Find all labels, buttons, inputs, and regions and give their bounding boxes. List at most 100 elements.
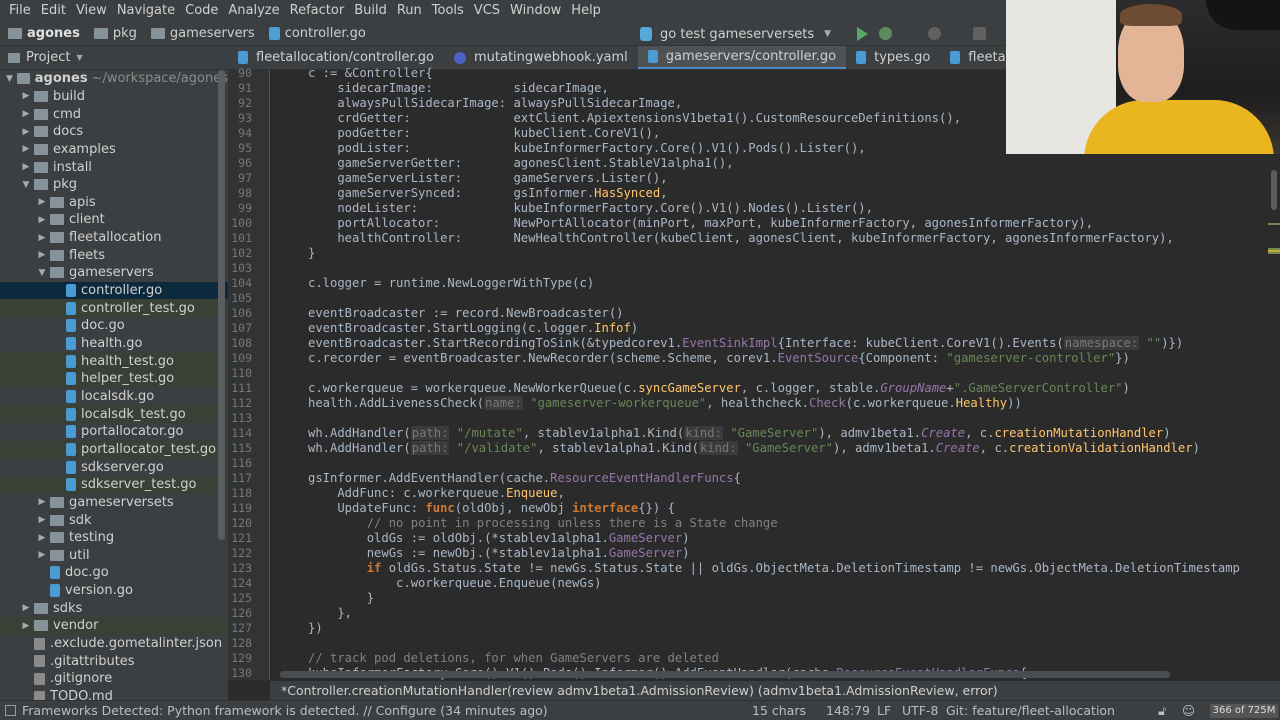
menu-file[interactable]: File [4, 0, 36, 22]
tree-folder[interactable]: ▼ agones ~/workspace/agones [0, 70, 228, 88]
tree-file[interactable]: portallocator_test.go [0, 440, 228, 459]
tree-folder[interactable]: ▶ util [0, 547, 228, 565]
tree-file[interactable]: .exclude.gometalinter.json [0, 635, 228, 653]
change-marker[interactable] [1268, 223, 1280, 225]
tree-folder[interactable]: ▼ gameservers [0, 264, 228, 282]
run-configuration-selector[interactable]: go test gameserversets ▼ [640, 24, 831, 44]
tree-file[interactable]: controller_test.go [0, 299, 228, 318]
inspector-icon[interactable]: ☺︎ [1182, 703, 1195, 718]
tree-folder[interactable]: ▶ gameserversets [0, 494, 228, 512]
code-line[interactable]: // no point in processing unless there i… [308, 516, 778, 531]
tree-folder[interactable]: ▼ pkg [0, 176, 228, 194]
code-line[interactable]: gsInformer.AddEventHandler(cache.Resourc… [308, 471, 741, 486]
chevron-right-icon[interactable]: ▶ [20, 109, 32, 119]
breadcrumb-item-agones[interactable]: agones [27, 26, 80, 41]
tree-file[interactable]: TODO.md [0, 688, 228, 700]
code-line[interactable]: if oldGs.Status.State != newGs.Status.St… [308, 561, 1240, 576]
tree-file[interactable]: version.go [0, 582, 228, 600]
code-line[interactable]: eventBroadcaster.StartRecordingToSink(&t… [308, 336, 1183, 351]
editor-tab[interactable]: types.go [846, 46, 940, 69]
code-line[interactable]: AddFunc: c.workerqueue.Enqueue, [308, 486, 565, 501]
tree-file[interactable]: doc.go [0, 564, 228, 582]
code-line[interactable]: c := &Controller{ [308, 66, 433, 81]
menu-view[interactable]: View [71, 0, 112, 22]
tree-file[interactable]: health.go [0, 335, 228, 353]
change-marker[interactable] [1268, 252, 1280, 254]
status-message[interactable]: Frameworks Detected: Python framework is… [22, 703, 548, 718]
chevron-right-icon[interactable]: ▶ [36, 497, 48, 507]
tree-folder[interactable]: ▶ docs [0, 123, 228, 141]
git-branch[interactable]: Git: feature/fleet-allocation [946, 703, 1115, 718]
chevron-right-icon[interactable]: ▶ [36, 533, 48, 543]
chevron-right-icon[interactable]: ▶ [36, 233, 48, 243]
editor-vertical-scrollbar[interactable] [1271, 170, 1277, 210]
menu-window[interactable]: Window [505, 0, 566, 22]
tree-file[interactable]: .gitattributes [0, 652, 228, 670]
tree-folder[interactable]: ▶ sdks [0, 600, 228, 618]
run-icon[interactable] [857, 27, 868, 41]
menu-help[interactable]: Help [566, 0, 606, 22]
chevron-right-icon[interactable]: ▶ [20, 621, 32, 631]
breadcrumb-item-gameservers[interactable]: gameservers [170, 26, 255, 41]
chevron-right-icon[interactable]: ▶ [20, 127, 32, 137]
chevron-right-icon[interactable]: ▶ [36, 215, 48, 225]
tree-file[interactable]: localsdk_test.go [0, 405, 228, 423]
chevron-right-icon[interactable]: ▶ [20, 162, 32, 172]
chevron-down-icon[interactable]: ▼ [20, 180, 32, 190]
cursor-position[interactable]: 148:79 [826, 703, 870, 718]
tool-windows-icon[interactable] [5, 705, 16, 716]
breadcrumb-item-file[interactable]: controller.go [285, 26, 366, 41]
code-line[interactable]: }) [308, 621, 323, 636]
menu-code[interactable]: Code [180, 0, 223, 22]
chevron-down-icon[interactable]: ▼ [36, 268, 48, 278]
menu-tools[interactable]: Tools [427, 0, 469, 22]
code-line[interactable]: c.logger = runtime.NewLoggerWithType(c) [308, 276, 594, 291]
tree-file[interactable]: helper_test.go [0, 370, 228, 388]
code-line[interactable]: wh.AddHandler(path: "/validate", stablev… [308, 441, 1200, 456]
breadcrumb-item-pkg[interactable]: pkg [113, 26, 137, 41]
chevron-right-icon[interactable]: ▶ [20, 144, 32, 154]
project-tree-scrollbar[interactable] [218, 70, 225, 540]
code-line[interactable]: eventBroadcaster := record.NewBroadcaste… [308, 306, 624, 321]
menu-build[interactable]: Build [349, 0, 392, 22]
code-line[interactable]: sidecarImage: sidecarImage, [308, 81, 609, 96]
tree-file[interactable]: localsdk.go [0, 388, 228, 406]
code-line[interactable]: crdGetter: extClient.ApiextensionsV1beta… [308, 111, 961, 126]
line-separator[interactable]: LF [877, 703, 891, 718]
code-line[interactable]: nodeLister: kubeInformerFactory.Core().V… [308, 201, 873, 216]
code-line[interactable]: } [308, 246, 315, 261]
code-line[interactable]: health.AddLivenessCheck(name: "gameserve… [308, 396, 1022, 411]
debug-icon[interactable] [879, 27, 892, 40]
tree-folder[interactable]: ▶ apis [0, 194, 228, 212]
editor-tab[interactable]: mutatingwebhook.yaml [444, 46, 638, 69]
chevron-right-icon[interactable]: ▶ [36, 515, 48, 525]
menu-refactor[interactable]: Refactor [285, 0, 350, 22]
chevron-right-icon[interactable]: ▶ [36, 197, 48, 207]
menu-vcs[interactable]: VCS [469, 0, 505, 22]
tree-folder[interactable]: ▶ cmd [0, 105, 228, 123]
tree-file[interactable]: doc.go [0, 317, 228, 335]
code-line[interactable]: portAllocator: NewPortAllocator(minPort,… [308, 216, 1093, 231]
chevron-right-icon[interactable]: ▶ [36, 250, 48, 260]
code-line[interactable]: podLister: kubeInformerFactory.Core().V1… [308, 141, 865, 156]
coverage-icon[interactable] [928, 27, 941, 40]
tree-folder[interactable]: ▶ fleets [0, 247, 228, 265]
tree-file[interactable]: .gitignore [0, 670, 228, 688]
code-line[interactable]: } [308, 591, 374, 606]
code-line[interactable]: c.workerqueue = workerqueue.NewWorkerQue… [308, 381, 1130, 396]
code-line[interactable]: // track pod deletions, for when GameSer… [308, 651, 719, 666]
menu-edit[interactable]: Edit [36, 0, 71, 22]
chevron-right-icon[interactable]: ▶ [20, 603, 32, 613]
stop-icon[interactable] [973, 27, 986, 40]
editor-tab[interactable]: gameservers/controller.go [637, 46, 847, 69]
code-line[interactable]: newGs := newObj.(*stablev1alpha1.GameSer… [308, 546, 690, 561]
tree-folder[interactable]: ▶ testing [0, 529, 228, 547]
menu-run[interactable]: Run [392, 0, 427, 22]
tree-file[interactable]: controller.go [0, 281, 228, 300]
code-line[interactable]: gameServerGetter: agonesClient.StableV1a… [308, 156, 733, 171]
chevron-right-icon[interactable]: ▶ [36, 550, 48, 560]
tree-folder[interactable]: ▶ build [0, 88, 228, 106]
memory-indicator[interactable]: 366 of 725M [1210, 704, 1278, 718]
project-panel-header[interactable]: Project ▼ [0, 46, 228, 70]
code-line[interactable]: UpdateFunc: func(oldObj, newObj interfac… [308, 501, 675, 516]
